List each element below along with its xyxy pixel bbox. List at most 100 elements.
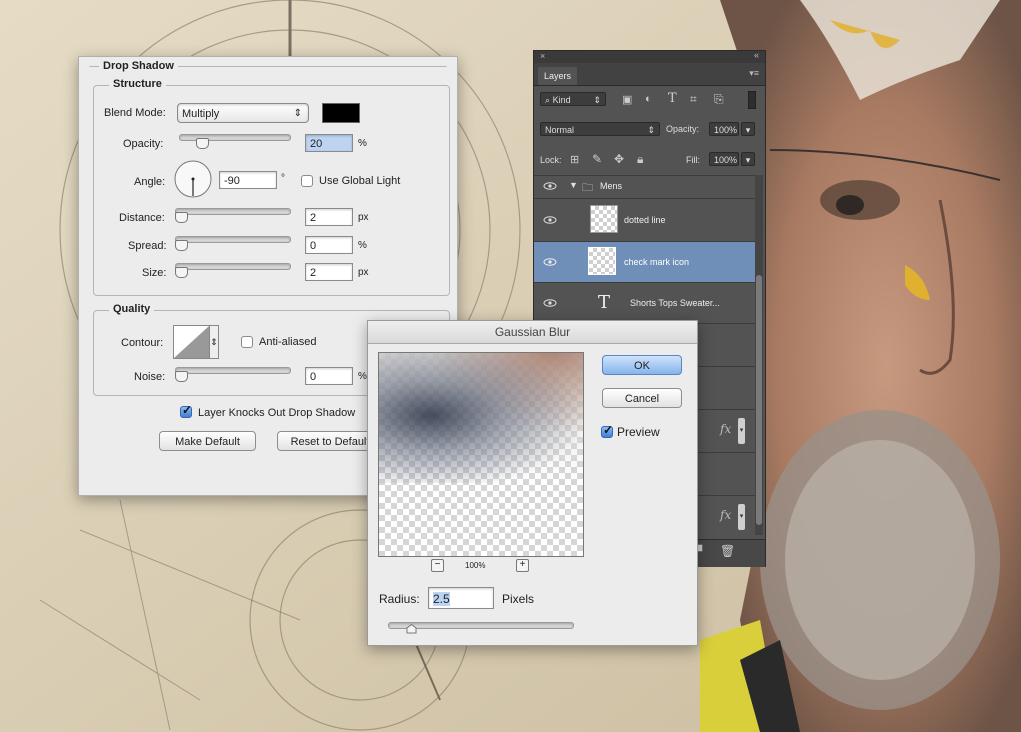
cancel-button[interactable]: Cancel [602,388,682,408]
effects-toggle[interactable]: ▾ [738,418,745,444]
panel-menu-icon[interactable]: ▾≡ [749,68,759,79]
contour-picker[interactable]: ⇕ [173,325,219,359]
radius-slider-thumb[interactable] [406,624,417,634]
filter-adjustment-icon[interactable]: ◐ [645,93,652,105]
angle-input[interactable]: -90 [219,171,277,189]
preview-checkbox[interactable] [601,423,613,438]
folder-icon: 🗀 [582,182,593,194]
layer-name: check mark icon [624,257,690,267]
layer-group-row[interactable]: ▼ 🗀 Mens [534,175,755,198]
gaussian-blur-dialog: Gaussian Blur − 100% + OK Cancel Preview… [367,320,698,646]
radius-input[interactable]: 2.5 [428,587,494,609]
layer-name: dotted line [624,215,666,225]
collapse-icon[interactable]: « [754,50,759,60]
opacity-input[interactable]: 100% [709,122,739,136]
eye-icon[interactable] [543,182,557,190]
svg-text:⇕: ⇕ [210,337,218,347]
gaussian-blur-title: Gaussian Blur [368,321,697,344]
spread-slider-thumb[interactable] [175,240,188,251]
filter-kind-select[interactable]: ⌕ Kind ⇕ [540,92,606,106]
distance-unit: px [358,212,369,223]
filter-shape-icon[interactable]: ⌗ [690,92,697,107]
distance-input[interactable]: 2 [305,208,353,226]
noise-slider-thumb[interactable] [175,371,188,382]
spread-unit: % [358,240,367,251]
knockout-label: Layer Knocks Out Drop Shadow [198,407,356,419]
distance-slider-thumb[interactable] [175,212,188,223]
size-input[interactable]: 2 [305,263,353,281]
quality-heading: Quality [109,303,155,315]
zoom-in-icon[interactable]: + [516,559,529,572]
layers-scrollbar[interactable] [755,175,763,535]
size-label: Size: [142,267,167,279]
stepper-icon: ⇕ [647,125,655,135]
spread-slider[interactable] [175,236,291,243]
layer-thumbnail [588,247,616,275]
disclosure-triangle-icon[interactable]: ▼ [569,180,578,190]
blend-mode-select[interactable]: Normal ⇕ [540,122,660,136]
type-layer-icon: T [598,292,611,313]
opacity-slider-thumb[interactable] [196,138,209,149]
fx-icon[interactable]: fx [720,422,731,436]
trash-icon[interactable]: 🗑︎ [720,544,735,558]
use-global-light-checkbox[interactable] [301,175,313,187]
opacity-label: Opacity: [123,138,164,150]
noise-slider[interactable] [175,367,291,374]
blur-preview[interactable] [378,352,584,557]
filter-toggle[interactable] [748,91,756,109]
lock-label: Lock: [540,155,562,165]
tab-layers[interactable]: Layers [538,67,578,85]
spread-label: Spread: [128,240,167,252]
angle-unit: ° [281,173,285,184]
filter-pixel-icon[interactable]: ▣ [622,93,632,106]
fill-input[interactable]: 100% [709,152,739,166]
close-icon[interactable]: × [540,51,545,61]
anti-aliased-checkbox[interactable] [241,336,253,348]
distance-label: Distance: [119,212,165,224]
angle-label: Angle: [134,176,166,188]
noise-unit: % [358,371,367,382]
new-layer-icon[interactable]: ▘ [698,545,706,558]
drop-shadow-heading: Drop Shadow [99,60,178,72]
spread-input[interactable]: 0 [305,236,353,254]
distance-slider[interactable] [175,208,291,215]
opacity-unit: % [358,138,367,149]
lock-position-icon[interactable]: ✥ [614,152,624,166]
lock-paint-icon[interactable]: ✎ [592,152,602,166]
layer-row[interactable]: T Shorts Tops Sweater... [534,282,755,323]
layer-row-selected[interactable]: check mark icon [534,241,755,282]
effects-toggle[interactable]: ▾ [738,504,745,530]
fill-dropdown[interactable]: ▾ [741,152,755,166]
opacity-dropdown[interactable]: ▾ [741,122,755,136]
blend-mode-select[interactable]: Multiply ⇕ [177,103,309,123]
lock-transparent-icon[interactable]: ⊞ [570,153,579,166]
scrollbar-thumb[interactable] [756,275,762,525]
size-slider[interactable] [175,263,291,270]
contour-label: Contour: [121,337,164,349]
noise-input[interactable]: 0 [305,367,353,385]
ok-button[interactable]: OK [602,355,682,375]
blend-mode-label: Blend Mode: [104,107,166,119]
make-default-button[interactable]: Make Default [159,431,256,451]
angle-dial[interactable] [173,159,213,199]
filter-kind-label: Kind [552,95,571,105]
layer-row[interactable]: dotted line [534,198,755,241]
structure-heading: Structure [109,78,166,90]
size-slider-thumb[interactable] [175,267,188,278]
filter-smart-object-icon[interactable]: ⎘ [714,92,724,107]
shadow-color-swatch[interactable] [322,103,360,123]
fx-icon[interactable]: fx [720,508,731,522]
stepper-icon: ⇕ [593,95,601,105]
filter-type-icon[interactable]: T [668,91,677,106]
layer-name: Shorts Tops Sweater... [630,298,720,308]
blend-mode-value: Normal [545,125,575,135]
zoom-out-icon[interactable]: − [431,559,444,572]
eye-icon[interactable] [543,299,557,307]
lock-all-icon[interactable]: 🔒︎ [637,152,643,167]
anti-aliased-label: Anti-aliased [259,336,317,348]
opacity-input[interactable]: 20 [305,134,353,152]
eye-icon[interactable] [543,216,557,224]
knockout-checkbox[interactable] [180,403,192,418]
eye-icon[interactable] [543,258,557,266]
layer-group-name: Mens [600,181,623,191]
